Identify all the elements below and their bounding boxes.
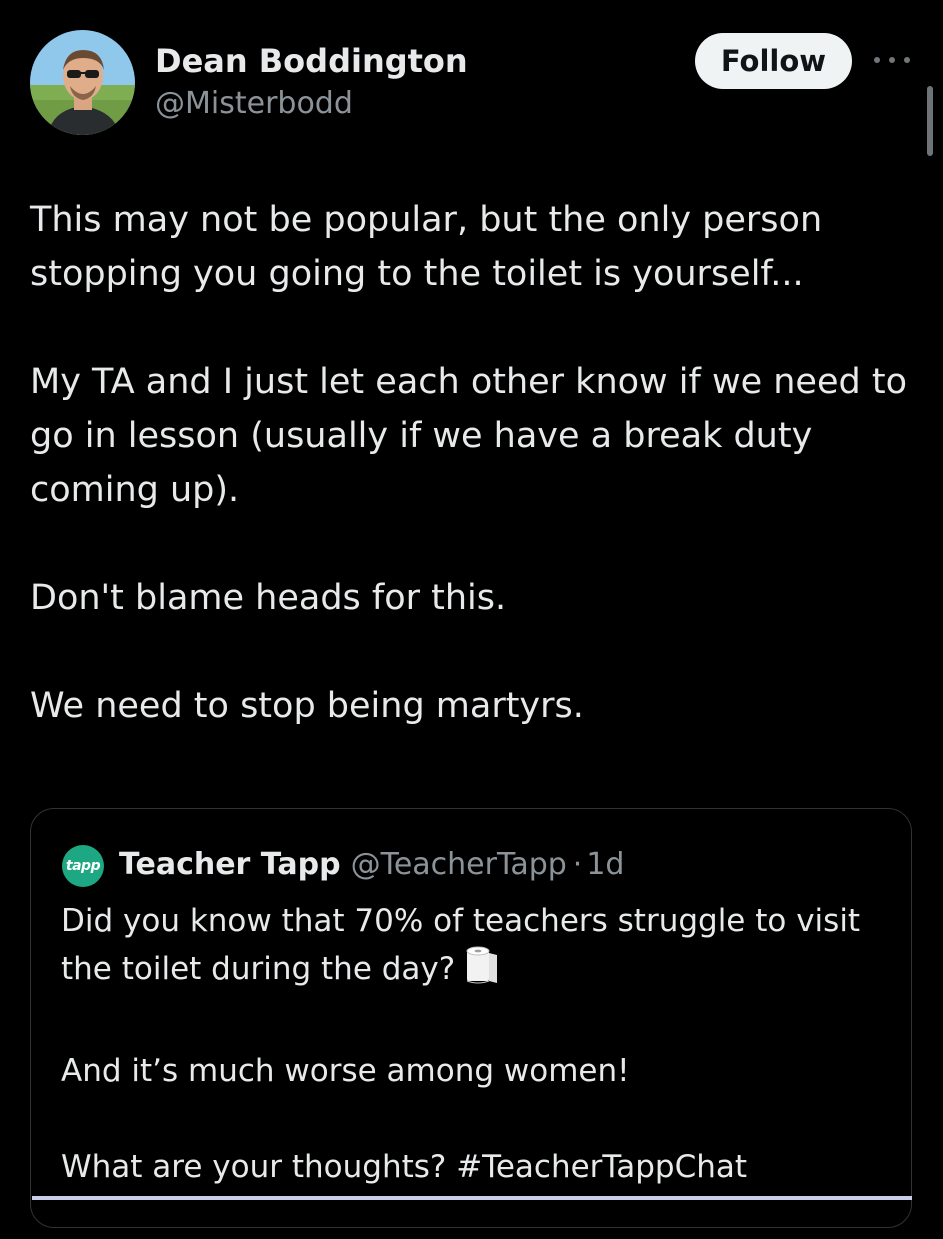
author-avatar-image (30, 30, 135, 135)
quoted-author-handle: @TeacherTapp (350, 847, 567, 882)
more-options-icon[interactable] (874, 50, 910, 70)
quoted-separator: · (572, 847, 583, 882)
teacher-tapp-logo: tapp (62, 845, 104, 887)
more-dot (904, 57, 910, 63)
quoted-post-card[interactable]: tapp Teacher Tapp @TeacherTapp · 1d Did you… (30, 808, 912, 1228)
more-dot (889, 57, 895, 63)
post-paragraph: We need to stop being martyrs. (30, 686, 584, 726)
media-preview-edge (32, 1196, 912, 1200)
quoted-post-time: 1d (586, 847, 625, 882)
author-name[interactable]: Dean Boddington (155, 42, 468, 80)
post-paragraph: Don't blame heads for this. (30, 578, 507, 618)
quoted-paragraph: And it’s much worse among women! (61, 1053, 630, 1089)
quoted-paragraph: What are your thoughts? #TeacherTappChat (61, 1149, 748, 1185)
post-text: This may not be popular, but the only pe… (30, 193, 910, 733)
toilet-paper-icon (463, 945, 501, 999)
post-paragraph: This may not be popular, but the only pe… (30, 200, 823, 294)
follow-button[interactable]: Follow (695, 33, 852, 89)
scrollbar-thumb[interactable] (927, 86, 933, 156)
quoted-post-text: Did you know that 70% of teachers strugg… (61, 897, 891, 1239)
quoted-paragraph: Did you know that 70% of teachers strugg… (61, 897, 891, 999)
author-handle[interactable]: @Misterbodd (155, 86, 353, 121)
quoted-line: Did you know that 70% of teachers strugg… (61, 903, 861, 987)
post-paragraph: My TA and I just let each other know if … (30, 362, 907, 510)
author-avatar[interactable] (30, 30, 135, 135)
quoted-post-header: Teacher Tapp @TeacherTapp · 1d (119, 845, 624, 885)
quoted-author-name: Teacher Tapp (119, 847, 341, 882)
more-dot (874, 57, 880, 63)
